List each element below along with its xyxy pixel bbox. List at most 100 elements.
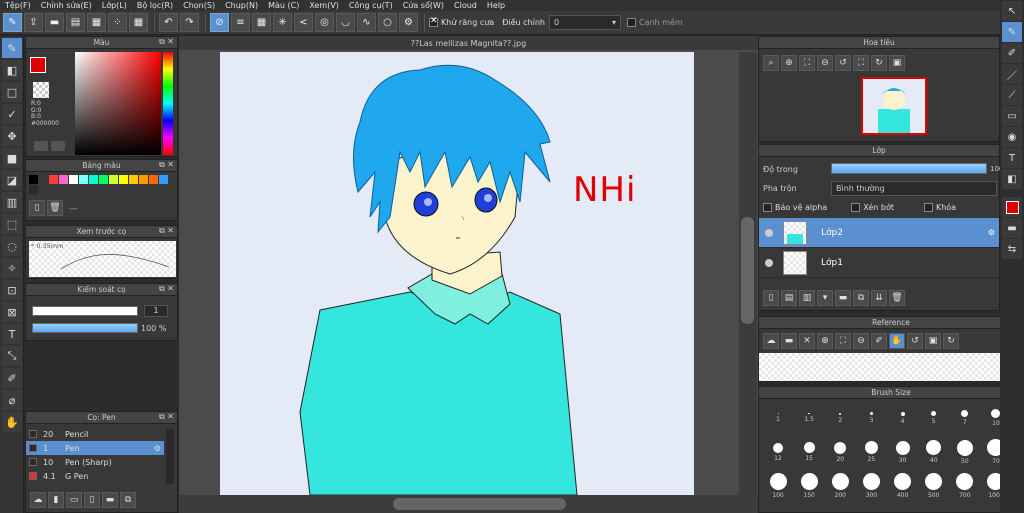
menu-item[interactable]: Chọn(S) (178, 1, 220, 10)
foreground-color-swatch[interactable] (30, 57, 46, 73)
horizontal-scroll-thumb[interactable] (393, 498, 566, 510)
snap-vanish-icon[interactable]: < (294, 13, 313, 32)
select-rect-icon[interactable]: ⬚ (2, 214, 22, 234)
menu-item[interactable]: Cửa sổ(W) (398, 1, 449, 10)
palette-swatch[interactable] (129, 175, 138, 184)
menu-item[interactable]: Lớp(L) (97, 1, 132, 10)
brush-size-cell[interactable]: 7 (950, 401, 980, 435)
visibility-icon[interactable] (765, 228, 773, 237)
panel-close-icon[interactable]: ⧉ ✕ (159, 284, 174, 294)
brush-icon[interactable]: ✎ (2, 38, 22, 58)
brush-size-cell[interactable]: 25 (856, 435, 886, 469)
brush-size-cell[interactable]: 12 (763, 435, 793, 469)
snap-curve-icon[interactable]: ◡ (336, 13, 355, 32)
brush-size-cell[interactable]: 4 (888, 401, 918, 435)
brush-line-icon[interactable]: ⟋ (1002, 85, 1022, 105)
close-icon[interactable]: ✕ (799, 333, 815, 349)
add-layer-menu-icon[interactable]: ▾ (817, 290, 833, 306)
foreground-color-button[interactable] (1002, 197, 1022, 217)
panel-close-icon[interactable]: ⧉ ✕ (159, 37, 174, 47)
select-eraser-icon[interactable]: ⊠ (2, 302, 22, 322)
layer-row[interactable]: Lớp2 ⚙ (759, 218, 999, 248)
eyedropper-icon[interactable]: ⌀ (2, 390, 22, 410)
merge-layer-icon[interactable]: ⇊ (871, 290, 887, 306)
eraser-icon[interactable]: ◧ (1002, 169, 1022, 189)
brush-list-item[interactable]: 10 Pen (Sharp) (26, 455, 164, 469)
operation-icon[interactable]: ⤡ (2, 346, 22, 366)
lasso-icon[interactable]: ◌ (2, 236, 22, 256)
fill-rect-icon[interactable]: ■ (2, 148, 22, 168)
snap-ellipse-icon[interactable]: ○ (378, 13, 397, 32)
redo-icon[interactable]: ↷ (180, 13, 199, 32)
gear-icon[interactable]: ⚙ (154, 444, 161, 453)
antialias-checkbox[interactable] (429, 16, 438, 27)
brush-size-cell[interactable]: 2 (825, 401, 855, 435)
menu-item[interactable]: Bộ lọc(R) (132, 1, 178, 10)
zoom-in-icon[interactable]: ⊕ (781, 55, 797, 71)
brush-tool-button[interactable]: ✎ (3, 13, 22, 32)
snap-radial-icon[interactable]: ✳ (273, 13, 292, 32)
brush-size-cell[interactable]: 200 (825, 469, 855, 503)
flip-icon[interactable]: ▣ (889, 55, 905, 71)
panel-close-icon[interactable]: ⧉ ✕ (159, 226, 174, 236)
check-icon[interactable]: ✓ (2, 104, 22, 124)
export-icon[interactable]: ⇪ (24, 13, 43, 32)
brush-list-item[interactable]: 20 Pencil (26, 427, 164, 441)
cloud-icon[interactable]: ☁ (763, 333, 779, 349)
hand-icon[interactable]: ✋ (2, 412, 22, 432)
text-icon[interactable]: T (2, 324, 22, 344)
dropper-icon[interactable]: ✐ (871, 333, 887, 349)
eraser-icon[interactable]: ◧ (2, 60, 22, 80)
palette-swatch[interactable] (159, 175, 168, 184)
chat-icon[interactable]: ▬ (45, 13, 64, 32)
vertical-scroll-thumb[interactable] (741, 217, 754, 324)
hue-slider[interactable] (163, 52, 173, 155)
dots-icon[interactable]: ⁘ (108, 13, 127, 32)
brush-size-cell[interactable]: 1 (763, 401, 793, 435)
brush-size-cell[interactable]: 400 (888, 469, 918, 503)
magic-wand-icon[interactable]: ✧ (2, 258, 22, 278)
dropper-icon[interactable]: ✐ (2, 368, 22, 388)
rectangle-icon[interactable]: □ (2, 82, 22, 102)
brush-list-scrollbar[interactable] (166, 429, 174, 484)
palette-swatch[interactable] (99, 175, 108, 184)
menu-item[interactable]: Cloud (449, 1, 482, 10)
adjust-select[interactable]: 0 ▾ (548, 15, 621, 30)
add-brush-icon[interactable]: ▮ (48, 492, 64, 508)
visibility-icon[interactable] (765, 258, 773, 267)
brush-list-item[interactable]: 4.1 G Pen (26, 469, 164, 483)
menu-item[interactable]: Help (482, 1, 510, 10)
protect-alpha-checkbox[interactable] (763, 203, 772, 212)
reference-canvas[interactable] (759, 353, 1024, 381)
gradient-icon[interactable]: ▥ (2, 192, 22, 212)
document-tab[interactable]: ??Las mellizas Magnita??.jpg (179, 36, 758, 50)
duplicate-brush-icon[interactable]: ▯ (84, 492, 100, 508)
brush-size-cell[interactable]: 100 (763, 469, 793, 503)
text-icon[interactable]: T (1002, 148, 1022, 168)
folder-icon[interactable]: ▬ (102, 492, 118, 508)
horizontal-scrollbar[interactable] (179, 495, 758, 513)
snap-circle-icon[interactable]: ◎ (315, 13, 334, 32)
brush-size-cell[interactable]: 20 (825, 435, 855, 469)
palette-swatch[interactable] (39, 175, 48, 184)
navigator-thumbnail[interactable] (861, 77, 927, 135)
snap-off-icon[interactable]: ⊘ (210, 13, 229, 32)
grid-icon[interactable]: ▦ (87, 13, 106, 32)
brush-size-cell[interactable]: 30 (888, 435, 918, 469)
rotate-left-icon[interactable]: ↺ (907, 333, 923, 349)
brush-size-slider[interactable] (32, 306, 138, 316)
menu-item[interactable]: Màu (C) (263, 1, 304, 10)
pen-icon[interactable]: ✎ (1002, 22, 1022, 42)
layers-icon[interactable]: ▤ (66, 13, 85, 32)
palette-swatch[interactable] (29, 175, 38, 184)
palette-swatch[interactable] (59, 175, 68, 184)
palette-swatch[interactable] (69, 175, 78, 184)
snap-settings-icon[interactable]: ⚙ (399, 13, 418, 32)
zoom-actual-icon[interactable]: ⛶ (799, 55, 815, 71)
brush-list-item[interactable]: 1 Pen ⚙ (26, 441, 164, 455)
palette-swatch[interactable] (149, 175, 158, 184)
new-layer-8bit-icon[interactable]: ▥ (799, 290, 815, 306)
soft-edge-checkbox[interactable] (626, 18, 636, 27)
fit-icon[interactable]: ⛶ (853, 55, 869, 71)
panel-close-icon[interactable]: ⧉ ✕ (159, 160, 174, 170)
